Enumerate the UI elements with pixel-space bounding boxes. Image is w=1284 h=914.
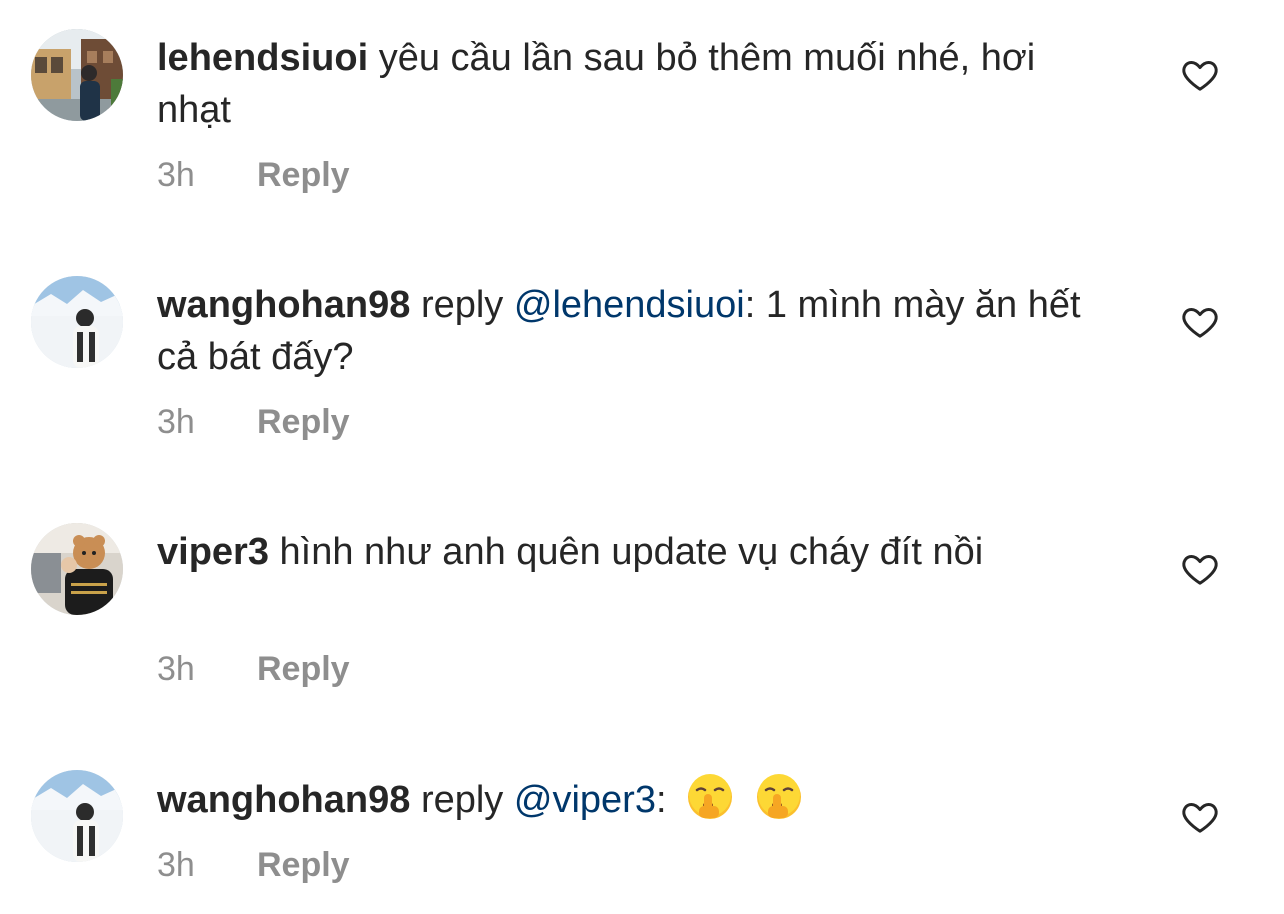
comment-text: viper3 hình như anh quên update vụ cháy … (157, 526, 1117, 578)
avatar[interactable] (31, 29, 123, 121)
shushing-face-icon (685, 772, 735, 822)
comment-meta: 3h Reply (157, 649, 350, 689)
comment-timestamp: 3h (157, 403, 195, 441)
comment-username[interactable]: lehendsiuoi (157, 37, 368, 79)
heart-outline-icon (1182, 803, 1218, 833)
comment-meta: 3h Reply (157, 155, 350, 195)
comment-username[interactable]: wanghohan98 (157, 284, 410, 326)
reply-button[interactable]: Reply (257, 650, 350, 688)
profile-photo-snow (31, 276, 123, 368)
like-button[interactable] (1180, 549, 1220, 589)
reply-prefix: reply (420, 779, 504, 821)
reply-prefix: reply (420, 284, 504, 326)
mention-link[interactable]: @lehendsiuoi (514, 284, 745, 326)
like-button[interactable] (1180, 55, 1220, 95)
avatar[interactable] (31, 770, 123, 862)
comment-username[interactable]: viper3 (157, 531, 269, 573)
mention-link[interactable]: @viper3 (514, 779, 656, 821)
comment-text: lehendsiuoi yêu cầu lần sau bỏ thêm muối… (157, 32, 1117, 136)
like-button[interactable] (1180, 797, 1220, 837)
comment-body: hình như anh quên update vụ cháy đít nồi (279, 531, 984, 573)
comment-timestamp: 3h (157, 650, 195, 688)
profile-photo-snow (31, 770, 123, 862)
heart-outline-icon (1182, 61, 1218, 91)
comment-text: wanghohan98 reply @viper3: (157, 772, 1117, 826)
comment-body: : (655, 779, 667, 821)
reply-button[interactable]: Reply (257, 156, 350, 194)
reply-button[interactable]: Reply (257, 403, 350, 441)
shushing-face-icon (754, 772, 804, 822)
heart-outline-icon (1182, 555, 1218, 585)
avatar[interactable] (31, 276, 123, 368)
heart-outline-icon (1182, 308, 1218, 338)
reply-button[interactable]: Reply (257, 846, 350, 884)
comment-meta: 3h Reply (157, 402, 350, 442)
avatar[interactable] (31, 523, 123, 615)
like-button[interactable] (1180, 302, 1220, 342)
comment-meta: 3h Reply (157, 845, 350, 885)
comment-timestamp: 3h (157, 846, 195, 884)
profile-photo-mascot (31, 523, 123, 615)
comment-username[interactable]: wanghohan98 (157, 779, 410, 821)
profile-photo-street (31, 29, 123, 121)
comment-text: wanghohan98 reply @lehendsiuoi: 1 mình m… (157, 279, 1117, 383)
comment-timestamp: 3h (157, 156, 195, 194)
